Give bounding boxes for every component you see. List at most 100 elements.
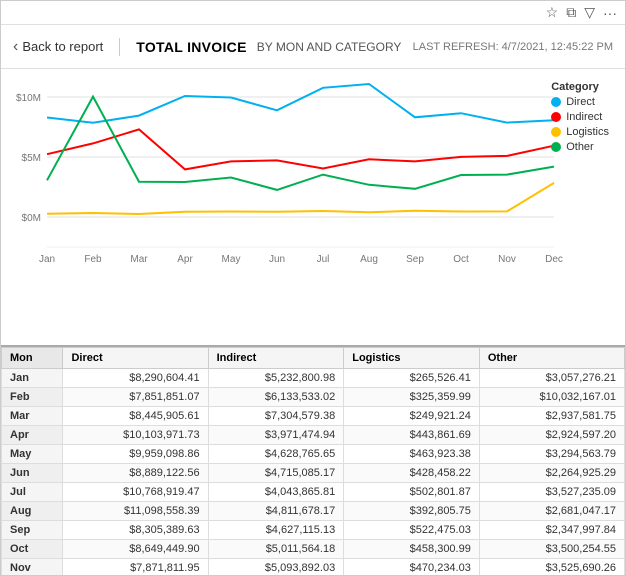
svg-text:Sep: Sep [406,254,424,265]
cell-9-1: $8,649,449.90 [63,540,208,559]
cell-8-3: $522,475.03 [344,521,480,540]
cell-10-4: $3,525,690.26 [479,559,624,576]
legend-indirect-label: Indirect [566,111,602,123]
back-button[interactable]: ‹ Back to report [13,38,120,56]
col-logistics: Logistics [344,348,480,369]
cell-5-4: $2,264,925.29 [479,464,624,483]
indirect-line [47,129,554,169]
cell-8-0: Sep [2,521,63,540]
svg-text:Dec: Dec [545,254,563,265]
cell-0-3: $265,526.41 [344,369,480,388]
legend-logistics-label: Logistics [566,126,609,138]
cell-6-0: Jul [2,483,63,502]
legend-other: Other [551,141,609,153]
cell-7-4: $2,681,047.17 [479,502,624,521]
logistics-line [47,183,554,214]
chart-area: $10M $5M $0M Jan Feb Mar Apr May Jun Jul… [1,69,625,345]
svg-text:Oct: Oct [453,254,469,265]
cell-10-1: $7,871,811.95 [63,559,208,576]
cell-2-1: $8,445,905.61 [63,407,208,426]
table-row: Jun$8,889,122.56$4,715,085.17$428,458.22… [2,464,625,483]
cell-3-1: $10,103,971.73 [63,426,208,445]
cell-7-3: $392,805.75 [344,502,480,521]
cell-5-0: Jun [2,464,63,483]
header: ‹ Back to report TOTAL INVOICE BY MON AN… [1,25,625,69]
toolbar: ☆ ⧉ ▽ ··· [1,1,625,25]
cell-4-0: May [2,445,63,464]
col-indirect: Indirect [208,348,344,369]
more-icon[interactable]: ··· [603,5,617,21]
cell-8-1: $8,305,389.63 [63,521,208,540]
svg-text:Apr: Apr [177,254,193,265]
svg-text:Mar: Mar [130,254,148,265]
cell-2-3: $249,921.24 [344,407,480,426]
cell-5-1: $8,889,122.56 [63,464,208,483]
svg-text:Jan: Jan [39,254,55,265]
data-table: Mon Direct Indirect Logistics Other Jan$… [1,347,625,575]
legend: Category Direct Indirect Logistics Other [551,81,609,153]
cell-4-1: $9,959,098.86 [63,445,208,464]
other-line [47,97,554,190]
direct-line [47,84,554,123]
indirect-dot [551,112,561,122]
page-title: TOTAL INVOICE [136,39,246,55]
cell-1-2: $6,133,533.02 [208,388,344,407]
cell-0-2: $5,232,800.98 [208,369,344,388]
cell-9-3: $458,300.99 [344,540,480,559]
legend-indirect: Indirect [551,111,609,123]
title-section: TOTAL INVOICE BY MON AND CATEGORY LAST R… [120,39,613,55]
cell-7-1: $11,098,558.39 [63,502,208,521]
svg-text:May: May [222,254,241,265]
cell-1-1: $7,851,851.07 [63,388,208,407]
svg-text:Jul: Jul [317,254,330,265]
cell-9-2: $5,011,564.18 [208,540,344,559]
table-row: Jan$8,290,604.41$5,232,800.98$265,526.41… [2,369,625,388]
cell-1-4: $10,032,167.01 [479,388,624,407]
legend-direct-label: Direct [566,96,595,108]
cell-7-0: Aug [2,502,63,521]
legend-direct: Direct [551,96,609,108]
table-row: Nov$7,871,811.95$5,093,892.03$470,234.03… [2,559,625,576]
cell-2-0: Mar [2,407,63,426]
cell-3-3: $443,861.69 [344,426,480,445]
cell-4-4: $3,294,563.79 [479,445,624,464]
legend-other-label: Other [566,141,594,153]
cell-2-4: $2,937,581.75 [479,407,624,426]
other-dot [551,142,561,152]
back-label: Back to report [22,39,103,54]
logistics-dot [551,127,561,137]
cell-1-3: $325,359.99 [344,388,480,407]
col-other: Other [479,348,624,369]
data-table-area[interactable]: Mon Direct Indirect Logistics Other Jan$… [1,345,625,575]
cell-8-2: $4,627,115.13 [208,521,344,540]
cell-3-4: $2,924,597.20 [479,426,624,445]
cell-0-4: $3,057,276.21 [479,369,624,388]
cell-0-0: Jan [2,369,63,388]
col-direct: Direct [63,348,208,369]
cell-4-3: $463,923.38 [344,445,480,464]
filter-icon[interactable]: ▽ [584,4,595,21]
cell-0-1: $8,290,604.41 [63,369,208,388]
table-row: Aug$11,098,558.39$4,811,678.17$392,805.7… [2,502,625,521]
page-subtitle: BY MON AND CATEGORY [257,40,402,54]
bookmark-icon[interactable]: ☆ [546,4,559,21]
cell-3-0: Apr [2,426,63,445]
table-row: Jul$10,768,919.47$4,043,865.81$502,801.8… [2,483,625,502]
legend-title: Category [551,81,609,93]
last-refresh: LAST REFRESH: 4/7/2021, 12:45:22 PM [413,41,613,53]
cell-10-2: $5,093,892.03 [208,559,344,576]
table-header-row: Mon Direct Indirect Logistics Other [2,348,625,369]
cell-10-3: $470,234.03 [344,559,480,576]
copy-icon[interactable]: ⧉ [566,4,576,21]
table-row: Mar$8,445,905.61$7,304,579.38$249,921.24… [2,407,625,426]
cell-2-2: $7,304,579.38 [208,407,344,426]
cell-5-3: $428,458.22 [344,464,480,483]
cell-9-4: $3,500,254.55 [479,540,624,559]
cell-8-4: $2,347,997.84 [479,521,624,540]
svg-text:$5M: $5M [22,153,41,164]
svg-text:Aug: Aug [360,254,378,265]
col-mon: Mon [2,348,63,369]
cell-1-0: Feb [2,388,63,407]
cell-4-2: $4,628,765.65 [208,445,344,464]
table-row: Apr$10,103,971.73$3,971,474.94$443,861.6… [2,426,625,445]
